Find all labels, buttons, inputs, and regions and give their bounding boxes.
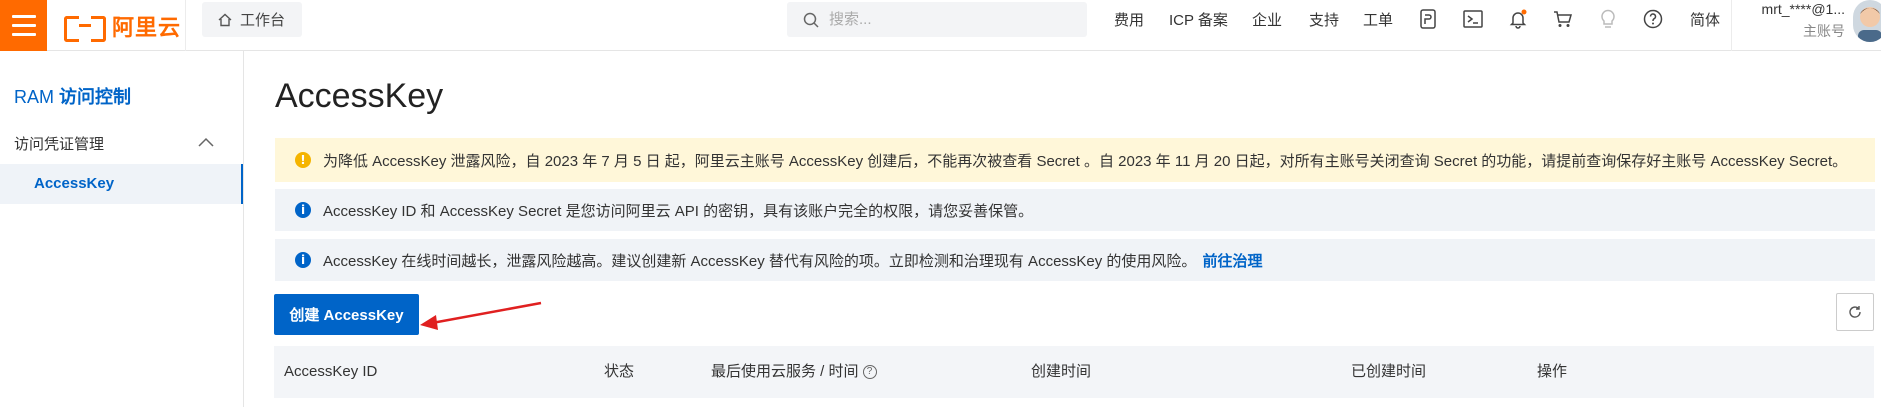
column-header-status: 状态	[604, 363, 635, 380]
workbench-button[interactable]: 工作台	[202, 2, 302, 37]
column-header-created-time: 创建时间	[1031, 363, 1092, 380]
bell-icon[interactable]	[1507, 8, 1529, 30]
nav-ticket[interactable]: 工单	[1363, 0, 1393, 38]
sidebar-title-prefix: RAM	[14, 87, 54, 107]
aliyun-logo[interactable]: 阿里云	[64, 8, 181, 44]
warning-alert-text: 为降低 AccessKey 泄露风险，自 2023 年 7 月 5 日 起，阿里…	[323, 152, 1848, 170]
question-icon[interactable]: ?	[862, 365, 877, 379]
workbench-label: 工作台	[240, 12, 286, 29]
info-icon: i	[295, 252, 311, 268]
sidebar-title-suffix: 访问控制	[59, 87, 132, 107]
info-alert: i AccessKey ID 和 AccessKey Secret 是您访问阿里…	[275, 189, 1875, 231]
cart-icon[interactable]	[1552, 8, 1574, 30]
info-alert-text: AccessKey ID 和 AccessKey Secret 是您访问阿里云 …	[323, 202, 1034, 220]
nav-enterprise[interactable]: 企业	[1252, 0, 1282, 38]
sidebar: RAM 访问控制 访问凭证管理 AccessKey	[0, 51, 244, 407]
column-header-created-duration: 已创建时间	[1351, 363, 1427, 380]
divider	[185, 0, 186, 51]
risk-alert-text: AccessKey 在线时间越长，泄露风险越高。建议创建新 AccessKey …	[323, 252, 1197, 270]
search-input[interactable]	[829, 11, 1049, 28]
refresh-icon	[1849, 306, 1861, 318]
table-header: AccessKey ID 状态 最后使用云服务 / 时间 ? 创建时间 已创建时…	[274, 346, 1874, 398]
info-icon: i	[295, 202, 311, 218]
home-icon	[218, 13, 232, 26]
annotation-arrow-icon	[420, 301, 542, 330]
warning-icon: !	[295, 152, 311, 168]
warning-alert: ! 为降低 AccessKey 泄露风险，自 2023 年 7 月 5 日 起，…	[275, 138, 1875, 182]
terminal-icon[interactable]	[1462, 8, 1484, 30]
main-content: AccessKey ! 为降低 AccessKey 泄露风险，自 2023 年 …	[245, 51, 1881, 407]
hamburger-menu-button[interactable]	[0, 0, 47, 51]
user-account-menu[interactable]: mrt_****@1... 主账号	[1745, 0, 1845, 45]
app-icon[interactable]	[1417, 8, 1439, 30]
language-switch[interactable]: 简体	[1690, 0, 1720, 38]
lightbulb-icon[interactable]	[1597, 8, 1619, 30]
avatar[interactable]	[1853, 0, 1881, 42]
user-name: mrt_****@1...	[1761, 1, 1845, 17]
refresh-button[interactable]	[1836, 293, 1874, 331]
column-header-last-used-label: 最后使用云服务 / 时间	[711, 363, 859, 380]
column-header-actions: 操作	[1537, 363, 1568, 380]
govern-link[interactable]: 前往治理	[1202, 250, 1262, 271]
column-header-id: AccessKey ID	[284, 363, 378, 380]
sidebar-group-credentials[interactable]: 访问凭证管理	[14, 133, 214, 154]
chevron-up-icon[interactable]	[198, 137, 214, 147]
create-accesskey-button[interactable]: 创建 AccessKey	[274, 294, 419, 335]
search-icon	[803, 12, 819, 28]
nav-icp[interactable]: ICP 备案	[1169, 0, 1228, 38]
user-role: 主账号	[1803, 23, 1845, 39]
column-header-last-used: 最后使用云服务 / 时间 ?	[711, 346, 877, 398]
divider	[1731, 0, 1732, 51]
top-navbar: 阿里云 工作台 费用 ICP 备案 企业 支持 工单 简体 mrt_****@1…	[0, 0, 1881, 51]
page-title: AccessKey	[275, 77, 444, 115]
search-box[interactable]	[787, 2, 1087, 37]
nav-fees[interactable]: 费用	[1114, 0, 1144, 38]
nav-support[interactable]: 支持	[1309, 0, 1339, 38]
sidebar-item-accesskey[interactable]: AccessKey	[0, 164, 243, 204]
help-icon[interactable]	[1642, 8, 1664, 30]
sidebar-title[interactable]: RAM 访问控制	[14, 83, 131, 109]
risk-alert: i AccessKey 在线时间越长，泄露风险越高。建议创建新 AccessKe…	[275, 239, 1875, 281]
aliyun-logo-mark-icon	[64, 16, 106, 42]
brand-name: 阿里云	[112, 15, 182, 40]
